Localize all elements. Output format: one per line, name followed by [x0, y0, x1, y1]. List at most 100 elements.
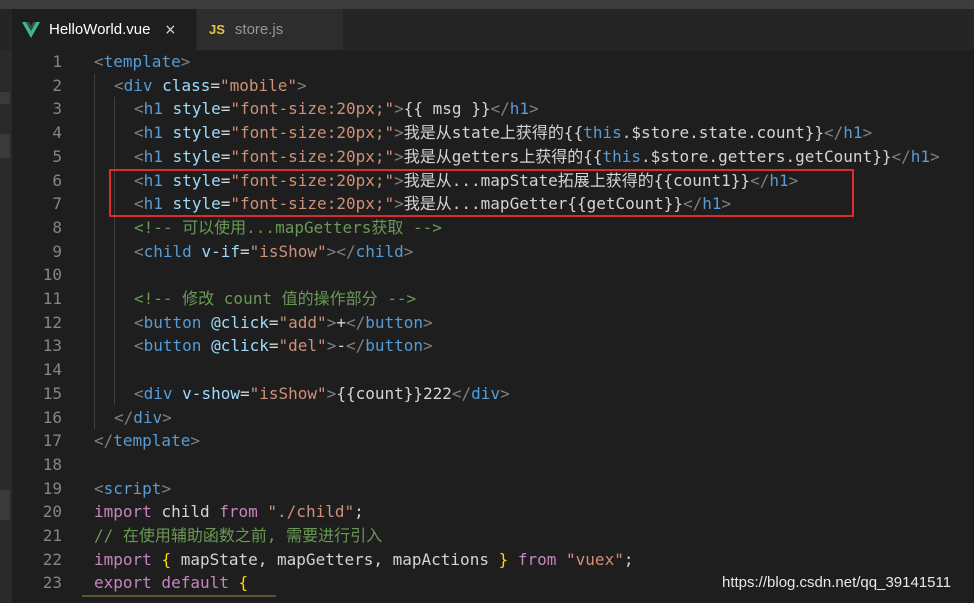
code-text: <template> — [94, 50, 190, 74]
code-token: </ — [94, 431, 114, 451]
close-icon[interactable]: × — [164, 22, 176, 38]
code-token: h1 — [143, 123, 173, 143]
code-line[interactable]: 15 <div v-show="isShow">{{count}}222</div… — [12, 382, 974, 406]
code-token: h1 — [509, 99, 529, 119]
code-token: style — [172, 123, 221, 143]
code-line[interactable]: 20 import child from "./child"; — [12, 500, 974, 524]
title-strip — [0, 0, 974, 9]
code-token: </ — [451, 383, 472, 403]
activity-gutter — [0, 50, 12, 603]
code-token: > — [423, 312, 433, 332]
code-token: > — [326, 336, 337, 356]
line-number: 7 — [52, 194, 62, 214]
gutter-marker — [0, 134, 10, 158]
code-line[interactable]: 3 <h1 style="font-size:20px;">{{ msg }}</… — [12, 97, 974, 121]
code-text: <h1 style="font-size:20px;">我是从getters上获… — [134, 145, 940, 169]
code-token: 我是从state上获得的{{ — [403, 123, 584, 143]
code-token: this — [583, 123, 622, 143]
code-line[interactable]: 16 </div> — [12, 406, 974, 430]
tab-label: HelloWorld.vue — [49, 21, 151, 38]
code-token: div — [471, 383, 501, 403]
line-number: 5 — [52, 146, 62, 166]
tab-helloworld-vue[interactable]: HelloWorld.vue × — [12, 9, 196, 50]
code-line[interactable]: 9 <child v-if="isShow"></child> — [12, 240, 974, 264]
code-token: </ — [345, 312, 366, 332]
code-token: > — [180, 52, 191, 71]
code-token: button — [143, 312, 212, 332]
code-token: from — [508, 549, 567, 569]
code-token: from — [219, 502, 268, 522]
code-text: <div v-show="isShow">{{count}}222</div> — [134, 382, 510, 406]
code-text: import child from "./child"; — [94, 500, 364, 524]
code-token: = — [220, 146, 231, 166]
code-line[interactable]: 10 — [12, 263, 974, 287]
code-token: < — [134, 336, 144, 356]
code-editor[interactable]: 1 <template> 2 <div class="mobile"> 3 <h1 sty… — [12, 50, 974, 603]
line-number: 2 — [52, 75, 62, 95]
code-line[interactable]: 17 </template> — [12, 429, 974, 453]
code-token: > — [394, 123, 404, 143]
code-text: <h1 style="font-size:20px;">{{ msg }}</h… — [134, 97, 539, 121]
code-token: div — [143, 383, 183, 403]
code-token: child — [355, 241, 404, 261]
code-token: < — [134, 146, 144, 166]
code-token: > — [190, 431, 200, 451]
code-line[interactable]: 5 <h1 style="font-size:20px;">我是从getters上… — [12, 145, 974, 169]
code-token: > — [297, 75, 307, 95]
code-line[interactable]: 8 <!-- 可以使用...mapGetters获取 --> — [12, 216, 974, 240]
code-line[interactable]: 12 <button @click="add">+</button> — [12, 311, 974, 335]
code-text: <!-- 修改 count 值的操作部分 --> — [134, 287, 416, 311]
code-token: this — [602, 146, 641, 166]
code-text: import { mapState, mapGetters, mapAction… — [94, 548, 633, 572]
code-token: < — [134, 99, 144, 119]
code-token: { — [238, 573, 249, 593]
code-token: style — [172, 99, 221, 119]
code-token: } — [498, 549, 509, 569]
code-token: import — [94, 502, 162, 522]
code-token: @click — [211, 336, 269, 356]
code-token: = — [239, 241, 250, 261]
code-token: "font-size:20px;" — [230, 146, 395, 166]
code-token: </ — [490, 99, 510, 119]
code-token: <!-- 可以使用...mapGetters获取 --> — [134, 217, 442, 237]
code-token: - — [336, 336, 346, 356]
code-line[interactable]: 19 <script> — [12, 477, 974, 501]
code-token: "isShow" — [249, 241, 327, 261]
line-number: 17 — [42, 431, 62, 451]
code-token: "del" — [278, 336, 327, 356]
code-line[interactable]: 14 — [12, 358, 974, 382]
code-line[interactable]: 2 <div class="mobile"> — [12, 74, 974, 98]
code-token: template — [103, 52, 181, 71]
code-token: ></ — [326, 241, 356, 261]
code-token: > — [394, 146, 404, 166]
code-line[interactable]: 1 <template> — [12, 50, 974, 74]
code-token: button — [365, 336, 424, 356]
code-token: </ — [114, 407, 134, 427]
code-token: > — [326, 383, 337, 403]
code-token: child — [161, 502, 220, 522]
line-number: 22 — [42, 549, 62, 569]
tab-store-js[interactable]: JS store.js — [197, 9, 343, 50]
code-text: export default { — [94, 571, 248, 595]
code-line[interactable]: 13 <button @click="del">-</button> — [12, 334, 974, 358]
code-token: > — [326, 312, 337, 332]
code-token: "./child" — [267, 502, 355, 522]
line-number: 11 — [42, 289, 62, 308]
code-line[interactable]: 22 import { mapState, mapGetters, mapActi… — [12, 548, 974, 572]
code-token: 我是从getters上获得的{{ — [403, 146, 603, 166]
code-token: "add" — [278, 312, 327, 332]
code-line[interactable]: 21 // 在使用辅助函数之前, 需要进行引入 — [12, 524, 974, 548]
line-number: 4 — [52, 123, 62, 143]
code-token: import — [94, 549, 162, 569]
code-token: = — [220, 123, 231, 143]
code-token: <!-- 修改 count 值的操作部分 --> — [134, 289, 417, 308]
line-number: 8 — [52, 217, 62, 237]
code-token: + — [336, 312, 346, 332]
code-token: { — [161, 549, 181, 569]
code-text: <h1 style="font-size:20px;">我是从state上获得的… — [134, 121, 872, 145]
code-line[interactable]: 11 <!-- 修改 count 值的操作部分 --> — [12, 287, 974, 311]
code-token: class — [162, 75, 211, 95]
vue-icon — [22, 21, 40, 38]
code-line[interactable]: 18 — [12, 453, 974, 477]
code-line[interactable]: 4 <h1 style="font-size:20px;">我是从state上获得… — [12, 121, 974, 145]
